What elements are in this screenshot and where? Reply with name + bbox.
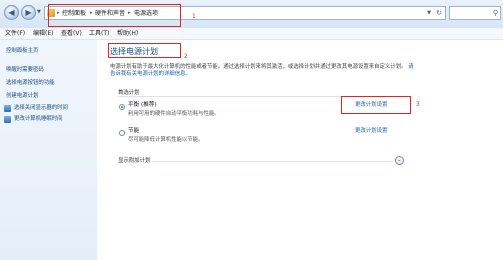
sidebar-item-display-off[interactable]: 选择关闭显示器的时间	[14, 104, 68, 112]
expander-divider	[152, 161, 393, 162]
path-dropdown-icon[interactable]: ▼	[427, 8, 431, 19]
search-icon[interactable]: ⚲	[493, 8, 498, 19]
menu-help[interactable]: 帮助(H)	[117, 28, 138, 39]
history-dropdown-icon[interactable]: ▼	[37, 9, 41, 15]
menu-bar: 文件(F) 编辑(E) 查看(V) 工具(T) 帮助(H)	[0, 28, 503, 40]
forward-arrow-icon: ▶	[25, 8, 32, 17]
address-bar: ◀ ▶ ▼ ▸ 控制面板 ▸ 硬件和声音 ▸ 电源选项 ▼ ↻ ⚲ 1	[0, 0, 503, 29]
radio-power-saver[interactable]	[119, 130, 125, 136]
sleep-moon-icon	[4, 116, 11, 123]
annotation-number-2: 2	[184, 53, 188, 60]
page-description: 电源计划有助于最大化计算机的性能或者节能。通过选择计划来将其激活，或选择计划并通…	[110, 64, 415, 78]
sidebar-item-create-plan[interactable]: 创建电源计划	[6, 92, 38, 100]
menu-file[interactable]: 文件(F)	[5, 28, 25, 39]
sidebar-item-power-button[interactable]: 选择电源按钮的功能	[6, 79, 55, 87]
plan-name-power-saver[interactable]: 节能	[128, 127, 139, 135]
refresh-icon[interactable]: ↻	[436, 8, 442, 19]
expand-button[interactable]: ⌄	[395, 156, 404, 165]
monitor-icon	[4, 105, 11, 112]
sidebar: 控制面板主页 唤醒时需要密码 选择电源按钮的功能 创建电源计划 选择关闭显示器的…	[0, 40, 97, 260]
annotation-box-plan-settings	[341, 96, 411, 114]
plan-name-balanced[interactable]: 平衡 (推荐)	[128, 101, 157, 109]
chevron-down-icon: ⌄	[397, 157, 402, 163]
menu-view[interactable]: 查看(V)	[61, 28, 82, 39]
search-input[interactable]: ⚲	[449, 6, 501, 20]
forward-button[interactable]: ▶	[21, 5, 36, 20]
plan-desc-power-saver: 尽可能降低计算机性能以节能。	[128, 137, 204, 143]
back-arrow-icon: ◀	[8, 8, 15, 17]
plan-desc-balanced: 利用可用的硬件自动平衡功耗与性能。	[128, 111, 220, 117]
sidebar-item-sleep-time[interactable]: 更改计算机睡眠时间	[14, 115, 63, 123]
radio-balanced[interactable]	[119, 104, 125, 110]
annotation-box-breadcrumb	[48, 4, 181, 27]
show-additional-plans-label[interactable]: 显示附加计划	[118, 157, 150, 165]
annotation-number-3: 3	[416, 101, 420, 108]
sidebar-item-wake-password[interactable]: 唤醒时需要密码	[6, 66, 44, 74]
annotation-box-title	[108, 43, 181, 58]
menu-edit[interactable]: 编辑(E)	[33, 28, 53, 39]
menu-tools[interactable]: 工具(T)	[89, 28, 109, 39]
back-button[interactable]: ◀	[4, 5, 19, 20]
description-text: 电源计划有助于最大化计算机的性能或者节能。通过选择计划来将其激活，或选择计划并通…	[110, 64, 407, 70]
sidebar-item-home[interactable]: 控制面板主页	[6, 47, 38, 55]
annotation-number-1: 1	[192, 13, 196, 20]
change-plan-settings-link[interactable]: 更改计划设置	[355, 127, 387, 135]
